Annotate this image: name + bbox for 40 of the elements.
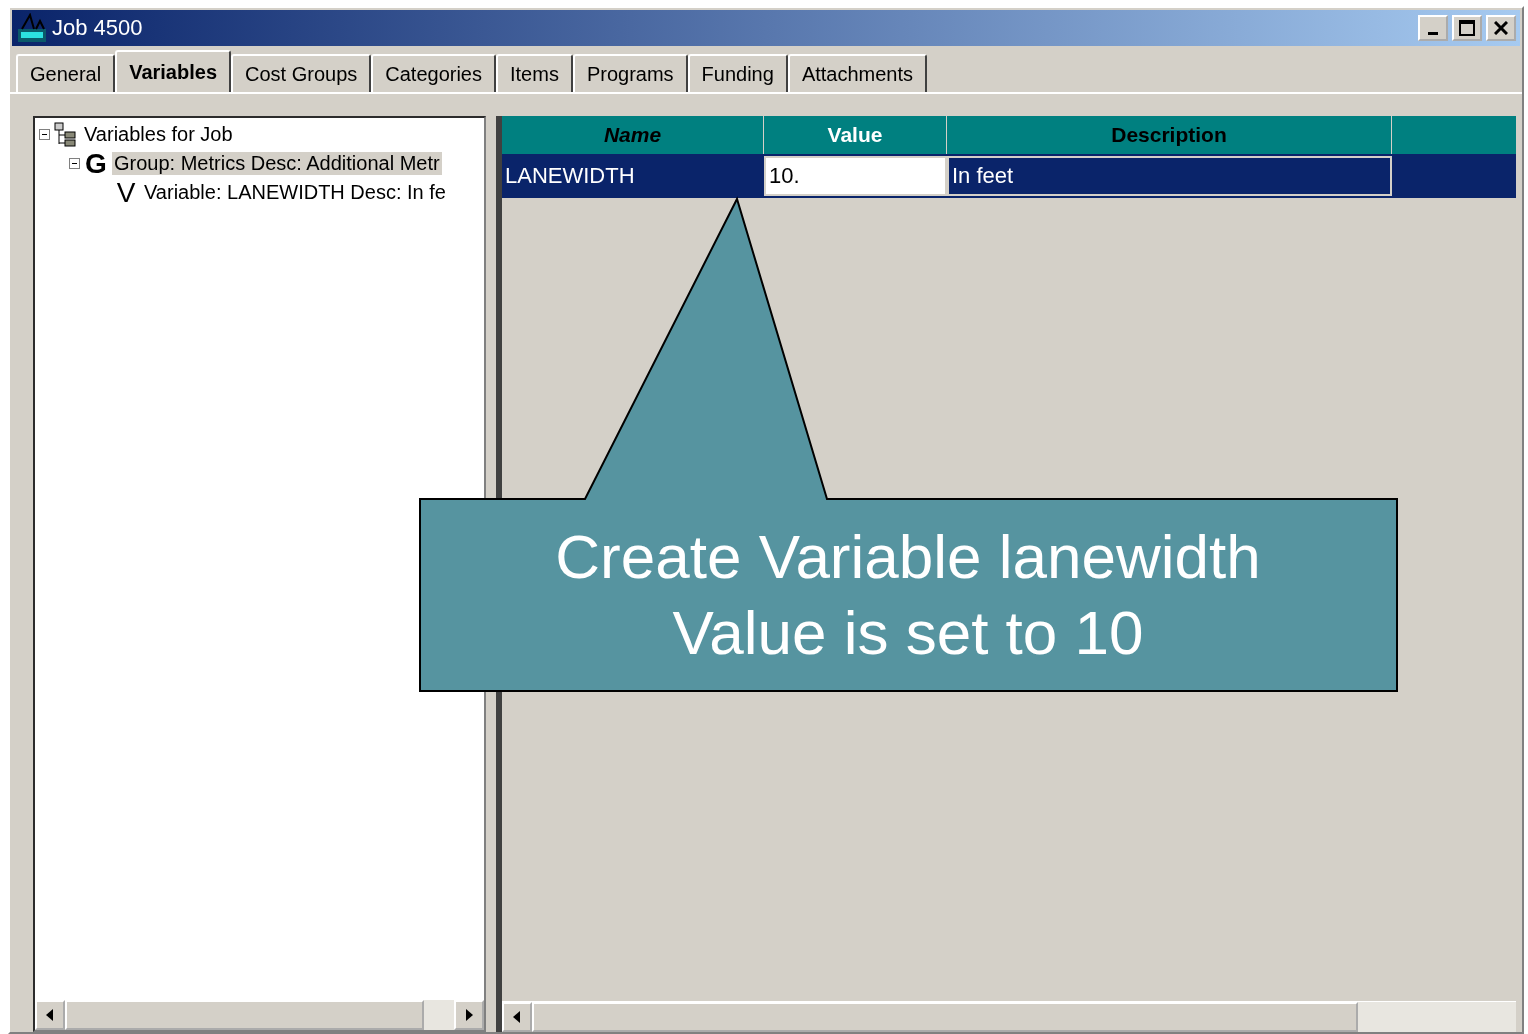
collapse-icon[interactable] (39, 129, 50, 140)
tab[interactable]: Programs (572, 54, 688, 92)
tree-icon (54, 121, 78, 148)
tab[interactable]: Categories (371, 54, 496, 92)
collapse-icon[interactable] (69, 158, 80, 169)
minimize-button[interactable] (1418, 15, 1448, 41)
table-row[interactable]: LANEWIDTH 10. In feet (502, 154, 1516, 198)
left-arrow-icon (45, 1008, 55, 1022)
tree-item[interactable]: Variables for Job (82, 123, 235, 146)
tab[interactable]: Cost Groups (231, 54, 372, 92)
variable-icon: V (114, 178, 138, 207)
scroll-left-button[interactable] (35, 1000, 65, 1030)
scroll-thumb[interactable] (65, 1000, 425, 1030)
tab[interactable]: Variables (115, 50, 231, 92)
left-arrow-icon (512, 1010, 522, 1024)
table-cell: In feet (947, 156, 1392, 196)
horizontal-scrollbar[interactable] (502, 1001, 1516, 1032)
minimize-icon (1428, 31, 1438, 35)
close-icon (1494, 21, 1508, 35)
callout-text: Create Variable lanewidth (555, 521, 1261, 593)
group-icon: G (84, 149, 108, 178)
tab[interactable]: General (16, 54, 116, 92)
scroll-left-button[interactable] (502, 1002, 532, 1032)
table-cell-text: LANEWIDTH (504, 162, 636, 190)
tab[interactable]: Attachments (787, 54, 928, 92)
tab[interactable]: Funding (687, 54, 788, 92)
close-button[interactable] (1486, 15, 1516, 41)
horizontal-scrollbar[interactable] (35, 999, 484, 1030)
right-arrow-icon (464, 1008, 474, 1022)
callout-text: Value is set to 10 (672, 597, 1144, 669)
maximize-button[interactable] (1452, 15, 1482, 41)
tree-item[interactable]: Variable: LANEWIDTH Desc: In fe (142, 181, 448, 204)
maximize-icon (1459, 20, 1475, 36)
tab[interactable]: Items (496, 54, 573, 92)
scroll-thumb[interactable] (532, 1002, 1358, 1032)
scroll-right-button[interactable] (454, 1000, 484, 1030)
input-field[interactable]: 10. (764, 156, 947, 196)
tree-item[interactable]: Group: Metrics Desc: Additional Metr (112, 152, 442, 175)
app-icon (16, 13, 48, 43)
window-title: Job 4500 (52, 15, 144, 41)
